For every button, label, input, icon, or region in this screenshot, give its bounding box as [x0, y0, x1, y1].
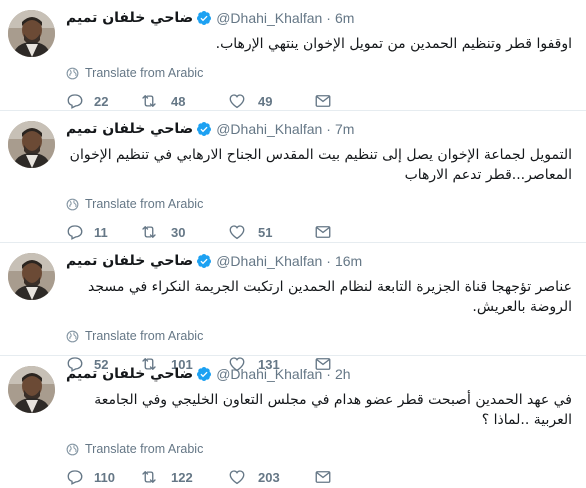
translate-link[interactable]: Translate from Arabic [66, 329, 576, 343]
tweet-feed: ضاحي خلفان تميم @Dhahi_Khalfan · 6m اوقف… [0, 0, 586, 485]
separator: · [326, 253, 331, 269]
author-handle[interactable]: @Dhahi_Khalfan [216, 10, 322, 26]
reply-icon [66, 223, 84, 241]
reply-button[interactable]: 22 [66, 92, 139, 110]
retweet-button[interactable]: 48 [139, 92, 228, 110]
tweet-header: ضاحي خلفان تميم @Dhahi_Khalfan · 6m [66, 8, 576, 28]
reply-count: 22 [94, 93, 109, 109]
reply-button[interactable]: 110 [66, 468, 139, 486]
translate-label[interactable]: Translate from Arabic [85, 329, 203, 343]
retweet-count: 30 [171, 224, 186, 240]
retweet-button[interactable]: 30 [139, 223, 228, 241]
direct-message-button[interactable] [314, 469, 332, 485]
separator: · [326, 366, 331, 382]
tweet-timestamp[interactable]: 2h [335, 366, 351, 382]
retweet-icon [139, 468, 159, 486]
verified-badge-icon [196, 366, 212, 382]
tweet[interactable]: ضاحي خلفان تميم @Dhahi_Khalfan · 7m التم… [0, 111, 586, 243]
like-button[interactable]: 51 [228, 223, 314, 241]
avatar[interactable] [8, 121, 55, 168]
tweet[interactable]: ضاحي خلفان تميم @Dhahi_Khalfan · 2h في ع… [0, 356, 586, 485]
avatar[interactable] [8, 253, 55, 300]
translate-link[interactable]: Translate from Arabic [66, 66, 576, 80]
envelope-icon [314, 93, 332, 109]
reply-icon [66, 468, 84, 486]
like-button[interactable]: 203 [228, 468, 314, 486]
translate-link[interactable]: Translate from Arabic [66, 442, 576, 456]
retweet-icon [139, 223, 159, 241]
tweet-timestamp[interactable]: 6m [335, 10, 354, 26]
tweet-text: اوقفوا قطر وتنظيم الحمدين من تمويل الإخو… [215, 36, 572, 52]
author-handle[interactable]: @Dhahi_Khalfan [216, 366, 322, 382]
tweet-header: ضاحي خلفان تميم @Dhahi_Khalfan · 2h [66, 364, 576, 384]
separator: · [326, 121, 331, 137]
translate-label[interactable]: Translate from Arabic [85, 442, 203, 456]
globe-icon [66, 67, 85, 80]
globe-icon [66, 330, 85, 343]
author-name[interactable]: ضاحي خلفان تميم [66, 253, 193, 269]
heart-icon [228, 223, 246, 241]
reply-count: 110 [94, 469, 115, 485]
retweet-button[interactable]: 122 [139, 468, 228, 486]
tweet-actions: 22 48 49 [66, 90, 576, 112]
tweet-header: ضاحي خلفان تميم @Dhahi_Khalfan · 16m [66, 251, 576, 271]
like-button[interactable]: 49 [228, 92, 314, 110]
retweet-icon [139, 92, 159, 110]
retweet-count: 122 [171, 469, 193, 485]
direct-message-button[interactable] [314, 224, 332, 240]
like-count: 203 [258, 469, 280, 485]
envelope-icon [314, 224, 332, 240]
author-handle[interactable]: @Dhahi_Khalfan [216, 253, 322, 269]
reply-icon [66, 92, 84, 110]
tweet-header: ضاحي خلفان تميم @Dhahi_Khalfan · 7m [66, 119, 576, 139]
author-name[interactable]: ضاحي خلفان تميم [66, 366, 193, 382]
reply-button[interactable]: 11 [66, 223, 139, 241]
author-name[interactable]: ضاحي خلفان تميم [66, 121, 193, 137]
verified-badge-icon [196, 253, 212, 269]
envelope-icon [314, 469, 332, 485]
avatar[interactable] [8, 10, 55, 57]
translate-link[interactable]: Translate from Arabic [66, 197, 576, 211]
tweet-text: في عهد الحمدين أصبحت قطر عضو هدام في مجل… [94, 392, 572, 428]
author-handle[interactable]: @Dhahi_Khalfan [216, 121, 322, 137]
heart-icon [228, 468, 246, 486]
avatar[interactable] [8, 366, 55, 413]
tweet-text: التمويل لجماعة الإخوان يصل إلى تنظيم بيت… [69, 147, 572, 183]
tweet-timestamp[interactable]: 7m [335, 121, 354, 137]
reply-count: 11 [94, 224, 108, 240]
translate-label[interactable]: Translate from Arabic [85, 197, 203, 211]
separator: · [326, 10, 331, 26]
tweet-timestamp[interactable]: 16m [335, 253, 362, 269]
tweet-actions: 11 30 51 [66, 221, 576, 243]
like-count: 51 [258, 224, 273, 240]
tweet-text: عناصر تؤجهجا قناة الجزيرة التابعة لنظام … [88, 279, 572, 315]
retweet-count: 48 [171, 93, 186, 109]
direct-message-button[interactable] [314, 93, 332, 109]
author-name[interactable]: ضاحي خلفان تميم [66, 10, 193, 26]
translate-label[interactable]: Translate from Arabic [85, 66, 203, 80]
like-count: 49 [258, 93, 273, 109]
tweet[interactable]: ضاحي خلفان تميم @Dhahi_Khalfan · 16m عنا… [0, 243, 586, 372]
globe-icon [66, 198, 85, 211]
tweet[interactable]: ضاحي خلفان تميم @Dhahi_Khalfan · 6m اوقف… [0, 0, 586, 111]
heart-icon [228, 92, 246, 110]
tweet-actions: 110 122 203 [66, 466, 576, 488]
verified-badge-icon [196, 10, 212, 26]
globe-icon [66, 443, 85, 456]
verified-badge-icon [196, 121, 212, 137]
